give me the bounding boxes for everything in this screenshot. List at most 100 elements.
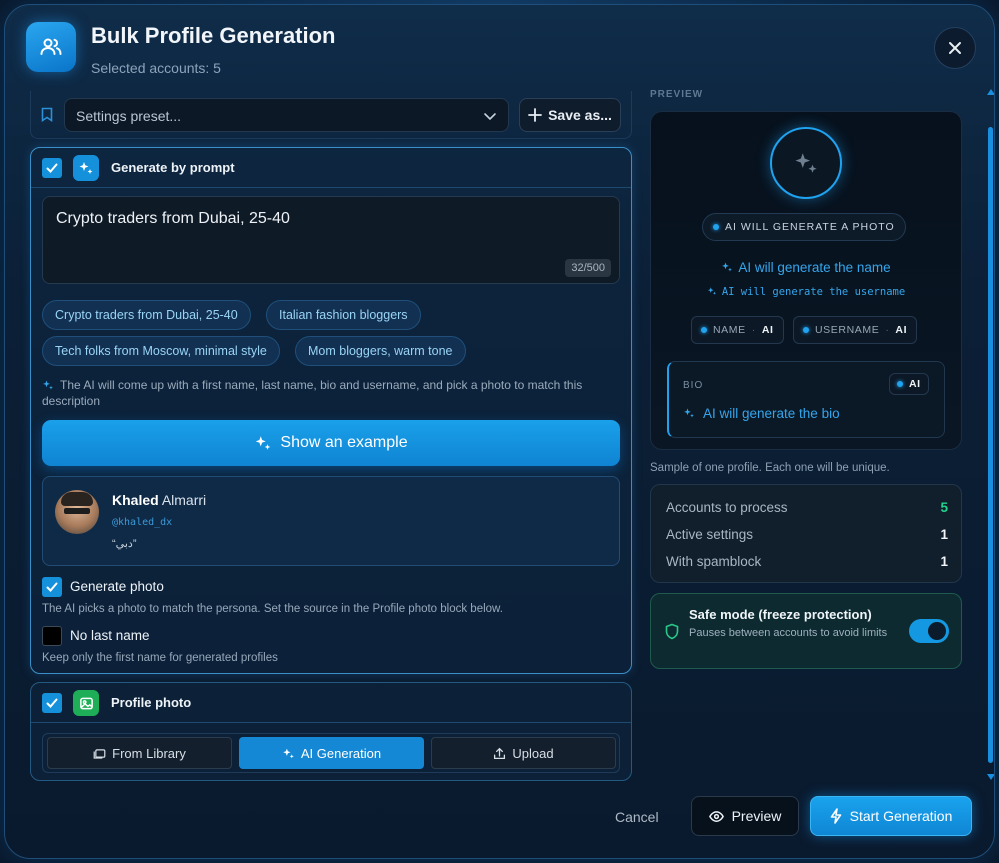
from-library-button[interactable]: From Library xyxy=(47,737,232,769)
image-icon xyxy=(73,690,99,716)
from-library-label: From Library xyxy=(112,745,186,761)
ai-generation-button[interactable]: AI Generation xyxy=(239,737,424,769)
safe-mode-desc: Pauses between accounts to avoid limits xyxy=(689,627,888,639)
sample-note: Sample of one profile. Each one will be … xyxy=(650,462,890,474)
start-generation-button[interactable]: Start Generation xyxy=(810,796,972,836)
close-icon xyxy=(949,42,961,54)
safe-mode-toggle[interactable] xyxy=(909,619,949,643)
profile-photo-card: Profile photo From Library AI Generation… xyxy=(30,682,632,781)
check-icon xyxy=(46,163,58,173)
profile-photo-checkbox[interactable] xyxy=(42,693,62,713)
preset-row: Settings preset... Save as... xyxy=(30,91,632,139)
ai-username-text: AI will generate the username xyxy=(721,286,906,298)
ai-photo-pill-text: AI WILL GENERATE A PHOTO xyxy=(725,221,895,233)
upload-button[interactable]: Upload xyxy=(431,737,616,769)
cancel-button[interactable]: Cancel xyxy=(615,809,659,825)
stat-row: With spamblock 1 xyxy=(666,554,948,569)
stat-label: Accounts to process xyxy=(666,500,788,515)
ai-name-line: AI will generate the name xyxy=(651,260,961,275)
ai-username-line: AI will generate the username xyxy=(651,286,961,298)
ai-generation-label: AI Generation xyxy=(300,745,382,761)
profile-preview-card: AI WILL GENERATE A PHOTO AI will generat… xyxy=(650,111,962,450)
photo-source-selector: From Library AI Generation Upload xyxy=(42,733,620,773)
upload-label: Upload xyxy=(512,745,554,761)
plus-icon xyxy=(528,108,542,122)
settings-preset-select[interactable]: Settings preset... xyxy=(64,98,509,132)
username-tag-label: USERNAME xyxy=(815,324,880,336)
check-icon xyxy=(46,582,58,592)
shield-icon xyxy=(665,623,679,640)
bio-preview: BIO AI AI will generate the bio xyxy=(667,361,945,438)
ai-bio-line: AI will generate the bio xyxy=(683,406,840,421)
sparkles-icon xyxy=(43,380,53,390)
status-dot xyxy=(713,224,719,230)
save-as-button[interactable]: Save as... xyxy=(519,98,621,132)
lightning-icon xyxy=(830,808,841,824)
example-profile-card: Khaled Almarri @khaled_dx “دبي” xyxy=(42,476,620,566)
avatar xyxy=(55,490,99,534)
images-icon xyxy=(93,748,106,759)
prompt-card-header: Generate by prompt xyxy=(31,148,631,188)
name-tag: NAME · AI xyxy=(691,316,784,344)
sparkles-icon xyxy=(722,262,733,272)
eye-icon xyxy=(708,810,724,822)
prompt-hint: The AI will come up with a first name, l… xyxy=(42,377,622,409)
name-tag-value: AI xyxy=(761,324,774,336)
prompt-textarea[interactable]: Crypto traders from Dubai, 25-40 32/500 xyxy=(42,196,620,284)
preview-label: Preview xyxy=(731,808,782,824)
generate-photo-desc: The AI picks a photo to match the person… xyxy=(42,603,503,615)
suggestion-chip[interactable]: Crypto traders from Dubai, 25-40 xyxy=(42,300,251,330)
preview-section-label: PREVIEW xyxy=(650,89,704,100)
example-username: @khaled_dx xyxy=(112,517,173,528)
no-last-name-desc: Keep only the first name for generated p… xyxy=(42,652,278,664)
status-dot xyxy=(701,327,707,333)
upload-icon xyxy=(494,747,506,759)
show-example-label: Show an example xyxy=(280,434,408,451)
generate-photo-checkbox[interactable] xyxy=(42,577,62,597)
modal-title: Bulk Profile Generation xyxy=(91,23,336,48)
stats-panel: Accounts to process 5 Active settings 1 … xyxy=(650,484,962,583)
photo-card-header: Profile photo xyxy=(31,683,631,723)
username-tag-value: AI xyxy=(895,324,908,336)
suggestion-chip[interactable]: Mom bloggers, warm tone xyxy=(295,336,466,366)
scroll-down-icon[interactable] xyxy=(987,774,995,780)
chevron-down-icon xyxy=(484,113,496,121)
photo-card-title: Profile photo xyxy=(111,695,192,710)
stat-label: Active settings xyxy=(666,527,754,542)
sparkles-icon xyxy=(795,153,817,173)
bio-label: BIO xyxy=(683,380,704,391)
example-first-name: Khaled xyxy=(112,492,159,508)
close-button[interactable] xyxy=(934,27,976,69)
save-as-label: Save as... xyxy=(548,107,612,123)
no-last-name-label: No last name xyxy=(70,628,150,643)
status-dot xyxy=(803,327,809,333)
generate-by-prompt-checkbox[interactable] xyxy=(42,158,62,178)
scroll-up-icon[interactable] xyxy=(987,89,995,95)
ai-name-text: AI will generate the name xyxy=(738,260,891,275)
prompt-card-title: Generate by prompt xyxy=(111,160,235,175)
safe-mode-panel: Safe mode (freeze protection) Pauses bet… xyxy=(650,593,962,669)
suggestion-chip[interactable]: Italian fashion bloggers xyxy=(266,300,421,330)
check-icon xyxy=(46,698,58,708)
status-dot xyxy=(897,381,903,387)
bulk-profile-modal: Bulk Profile Generation Selected account… xyxy=(4,4,995,859)
prompt-text: Crypto traders from Dubai, 25-40 xyxy=(56,210,290,227)
example-last-name: Almarri xyxy=(161,492,207,508)
scrollbar[interactable] xyxy=(988,127,993,763)
users-icon xyxy=(26,22,76,72)
sparkles-icon xyxy=(283,748,294,758)
sparkles-icon xyxy=(684,408,694,418)
bio-ai-tag: AI xyxy=(889,373,929,395)
ai-bio-text: AI will generate the bio xyxy=(703,406,840,421)
no-last-name-checkbox[interactable] xyxy=(42,626,62,646)
ai-photo-pill: AI WILL GENERATE A PHOTO xyxy=(702,213,906,241)
start-generation-label: Start Generation xyxy=(849,808,953,824)
stat-value: 5 xyxy=(940,500,948,515)
suggestion-chip[interactable]: Tech folks from Moscow, minimal style xyxy=(42,336,280,366)
bio-ai-tag-value: AI xyxy=(909,378,921,390)
preview-button[interactable]: Preview xyxy=(691,796,799,836)
char-counter: 32/500 xyxy=(565,259,611,277)
stat-row: Accounts to process 5 xyxy=(666,500,948,515)
show-example-button[interactable]: Show an example xyxy=(42,420,620,466)
sparkles-icon xyxy=(73,155,99,181)
